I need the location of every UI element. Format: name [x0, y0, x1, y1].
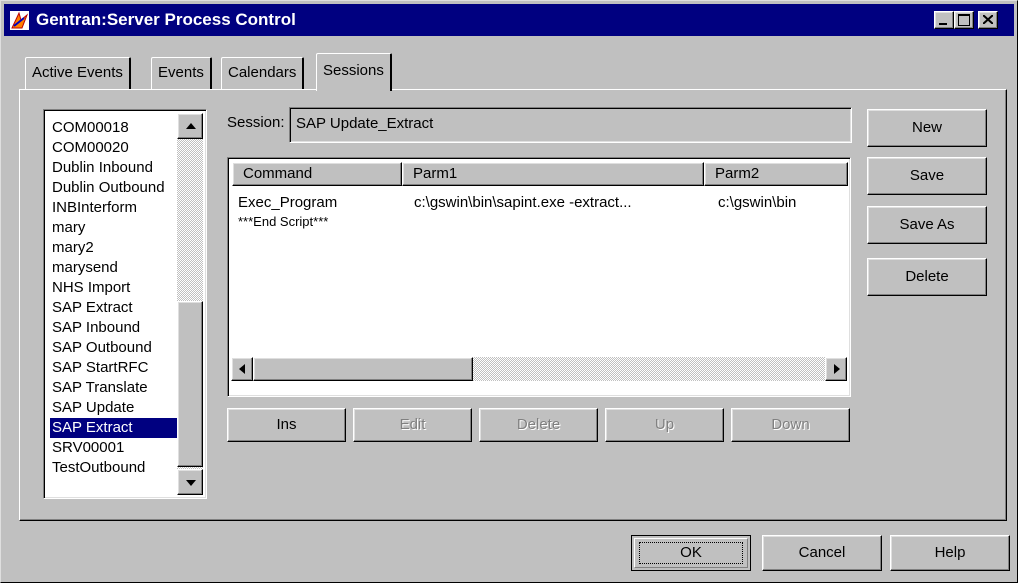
- close-icon: [983, 15, 993, 24]
- cancel-button[interactable]: Cancel: [762, 535, 882, 571]
- tab-label: Sessions: [323, 62, 384, 79]
- tab-calendars[interactable]: Calendars: [221, 57, 305, 89]
- list-item[interactable]: TestOutbound: [50, 458, 180, 478]
- window-title: Gentran:Server Process Control: [36, 10, 296, 29]
- help-button[interactable]: Help: [890, 535, 1010, 571]
- grid-cell-parm2[interactable]: c:\gswin\bin: [718, 194, 796, 211]
- list-item[interactable]: mary: [50, 218, 180, 238]
- scroll-thumb[interactable]: [177, 301, 203, 467]
- grid-horizontal-scrollbar[interactable]: [231, 357, 847, 381]
- button-label: Ins: [276, 416, 297, 433]
- arrow-left-icon: [239, 364, 245, 374]
- close-button[interactable]: [978, 11, 998, 29]
- button-label: Save: [909, 167, 945, 184]
- arrow-up-icon: [186, 123, 196, 129]
- grid-cell-command[interactable]: ***End Script***: [238, 214, 328, 229]
- list-item[interactable]: Dublin Inbound: [50, 158, 180, 178]
- button-label: Delete: [905, 268, 949, 285]
- tab-sessions[interactable]: Sessions: [316, 53, 392, 91]
- scroll-up-button[interactable]: [177, 113, 203, 139]
- tab-label: Events: [158, 64, 204, 81]
- save-as-button[interactable]: Save As: [867, 206, 987, 244]
- arrow-right-icon: [834, 364, 840, 374]
- main-window: Gentran:Server Process Control Active Ev…: [0, 0, 1018, 583]
- list-item[interactable]: SAP Outbound: [50, 338, 180, 358]
- button-label: Cancel: [798, 544, 846, 561]
- list-item[interactable]: SAP Inbound: [50, 318, 180, 338]
- session-name-field[interactable]: SAP Update_Extract: [289, 107, 852, 143]
- scroll-left-button[interactable]: [231, 357, 253, 381]
- arrow-down-icon: [186, 480, 196, 486]
- minimize-icon: [939, 23, 947, 25]
- session-label: Session:: [227, 114, 285, 131]
- tab-label: Calendars: [228, 64, 297, 81]
- column-header-command[interactable]: Command: [232, 162, 402, 186]
- session-name-value: SAP Update_Extract: [296, 115, 434, 132]
- button-label: Edit: [399, 416, 426, 433]
- list-item[interactable]: SAP StartRFC: [50, 358, 180, 378]
- up-button[interactable]: Up: [605, 408, 724, 442]
- button-label: Help: [934, 544, 966, 561]
- grid-cell-parm1[interactable]: c:\gswin\bin\sapint.exe -extract...: [414, 194, 632, 211]
- list-item[interactable]: SAP Translate: [50, 378, 180, 398]
- new-button[interactable]: New: [867, 109, 987, 147]
- list-item[interactable]: marysend: [50, 258, 180, 278]
- tab-events[interactable]: Events: [151, 57, 212, 89]
- title-bar[interactable]: Gentran:Server Process Control: [4, 4, 1014, 36]
- list-item[interactable]: Dublin Outbound: [50, 178, 180, 198]
- button-label: Save As: [899, 216, 955, 233]
- maximize-button[interactable]: [954, 11, 974, 29]
- down-button[interactable]: Down: [731, 408, 850, 442]
- button-label: Delete: [516, 416, 561, 433]
- ins-button[interactable]: Ins: [227, 408, 346, 442]
- scroll-right-button[interactable]: [825, 357, 847, 381]
- button-label: OK: [680, 544, 702, 561]
- list-item[interactable]: mary2: [50, 238, 180, 258]
- list-item[interactable]: SAP Extract: [50, 298, 180, 318]
- delete-command-button[interactable]: Delete: [479, 408, 598, 442]
- scroll-down-button[interactable]: [177, 469, 203, 495]
- scroll-thumb[interactable]: [253, 357, 473, 381]
- button-label: Up: [654, 416, 675, 433]
- list-vertical-scrollbar[interactable]: [177, 113, 203, 495]
- tab-active-events[interactable]: Active Events: [25, 57, 131, 89]
- grid-cell-command[interactable]: Exec_Program: [238, 194, 337, 211]
- list-item-selected[interactable]: SAP Extract: [50, 418, 180, 438]
- maximize-icon: [958, 14, 970, 26]
- column-header-parm1[interactable]: Parm1: [402, 162, 704, 186]
- list-item[interactable]: SAP Update: [50, 398, 180, 418]
- edit-button[interactable]: Edit: [353, 408, 472, 442]
- column-header-parm2[interactable]: Parm2: [704, 162, 848, 186]
- tab-label: Active Events: [32, 64, 123, 81]
- save-button[interactable]: Save: [867, 157, 987, 195]
- list-item[interactable]: NHS Import: [50, 278, 180, 298]
- list-item[interactable]: COM00018: [50, 118, 180, 138]
- button-label: New: [911, 119, 942, 136]
- button-label: Down: [771, 416, 810, 433]
- delete-session-button[interactable]: Delete: [867, 258, 987, 296]
- list-item[interactable]: INBInterform: [50, 198, 180, 218]
- list-item[interactable]: SRV00001: [50, 438, 180, 458]
- minimize-button[interactable]: [934, 11, 954, 29]
- ok-button[interactable]: OK: [631, 535, 751, 571]
- list-item[interactable]: COM00020: [50, 138, 180, 158]
- gentran-app-icon: [10, 11, 29, 30]
